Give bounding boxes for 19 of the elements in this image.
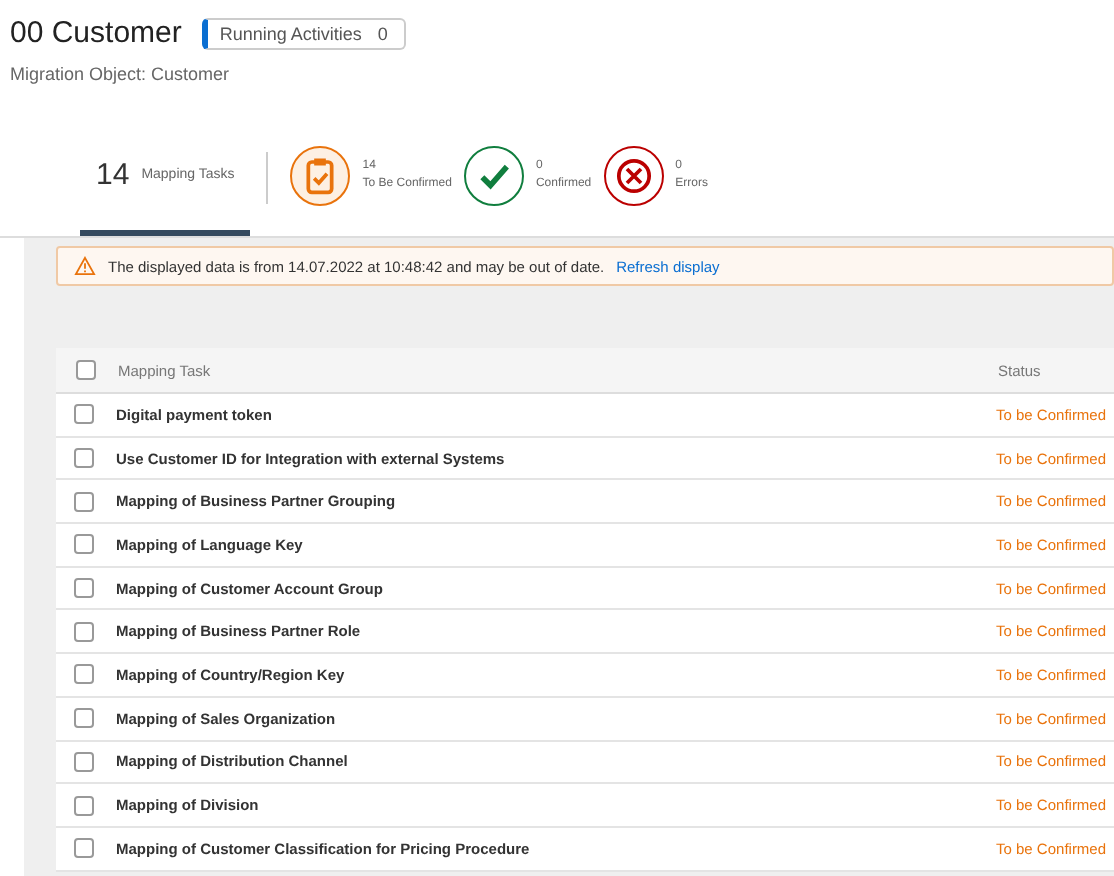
error-icon — [603, 145, 664, 205]
row-checkbox[interactable] — [74, 795, 94, 816]
row-checkbox[interactable] — [74, 448, 94, 469]
row-checkbox[interactable] — [74, 534, 94, 555]
select-all-checkbox[interactable] — [76, 360, 96, 380]
migration-object-label: Migration Object: Customer — [10, 64, 232, 84]
page-title: 00 Customer — [10, 16, 182, 50]
row-checkbox[interactable] — [74, 751, 94, 772]
row-checkbox[interactable] — [74, 578, 94, 599]
row-checkbox[interactable] — [74, 838, 94, 859]
row-checkbox[interactable] — [74, 404, 94, 425]
row-checkbox[interactable] — [74, 621, 94, 642]
row-checkbox[interactable] — [74, 664, 94, 685]
running-activities-badge[interactable]: Running Activities 0 — [201, 17, 406, 49]
row-checkbox[interactable] — [74, 708, 94, 729]
checkmark-icon — [463, 145, 524, 205]
clipboard-icon — [290, 145, 351, 205]
warning-icon — [74, 256, 96, 276]
row-checkbox[interactable] — [74, 491, 94, 512]
